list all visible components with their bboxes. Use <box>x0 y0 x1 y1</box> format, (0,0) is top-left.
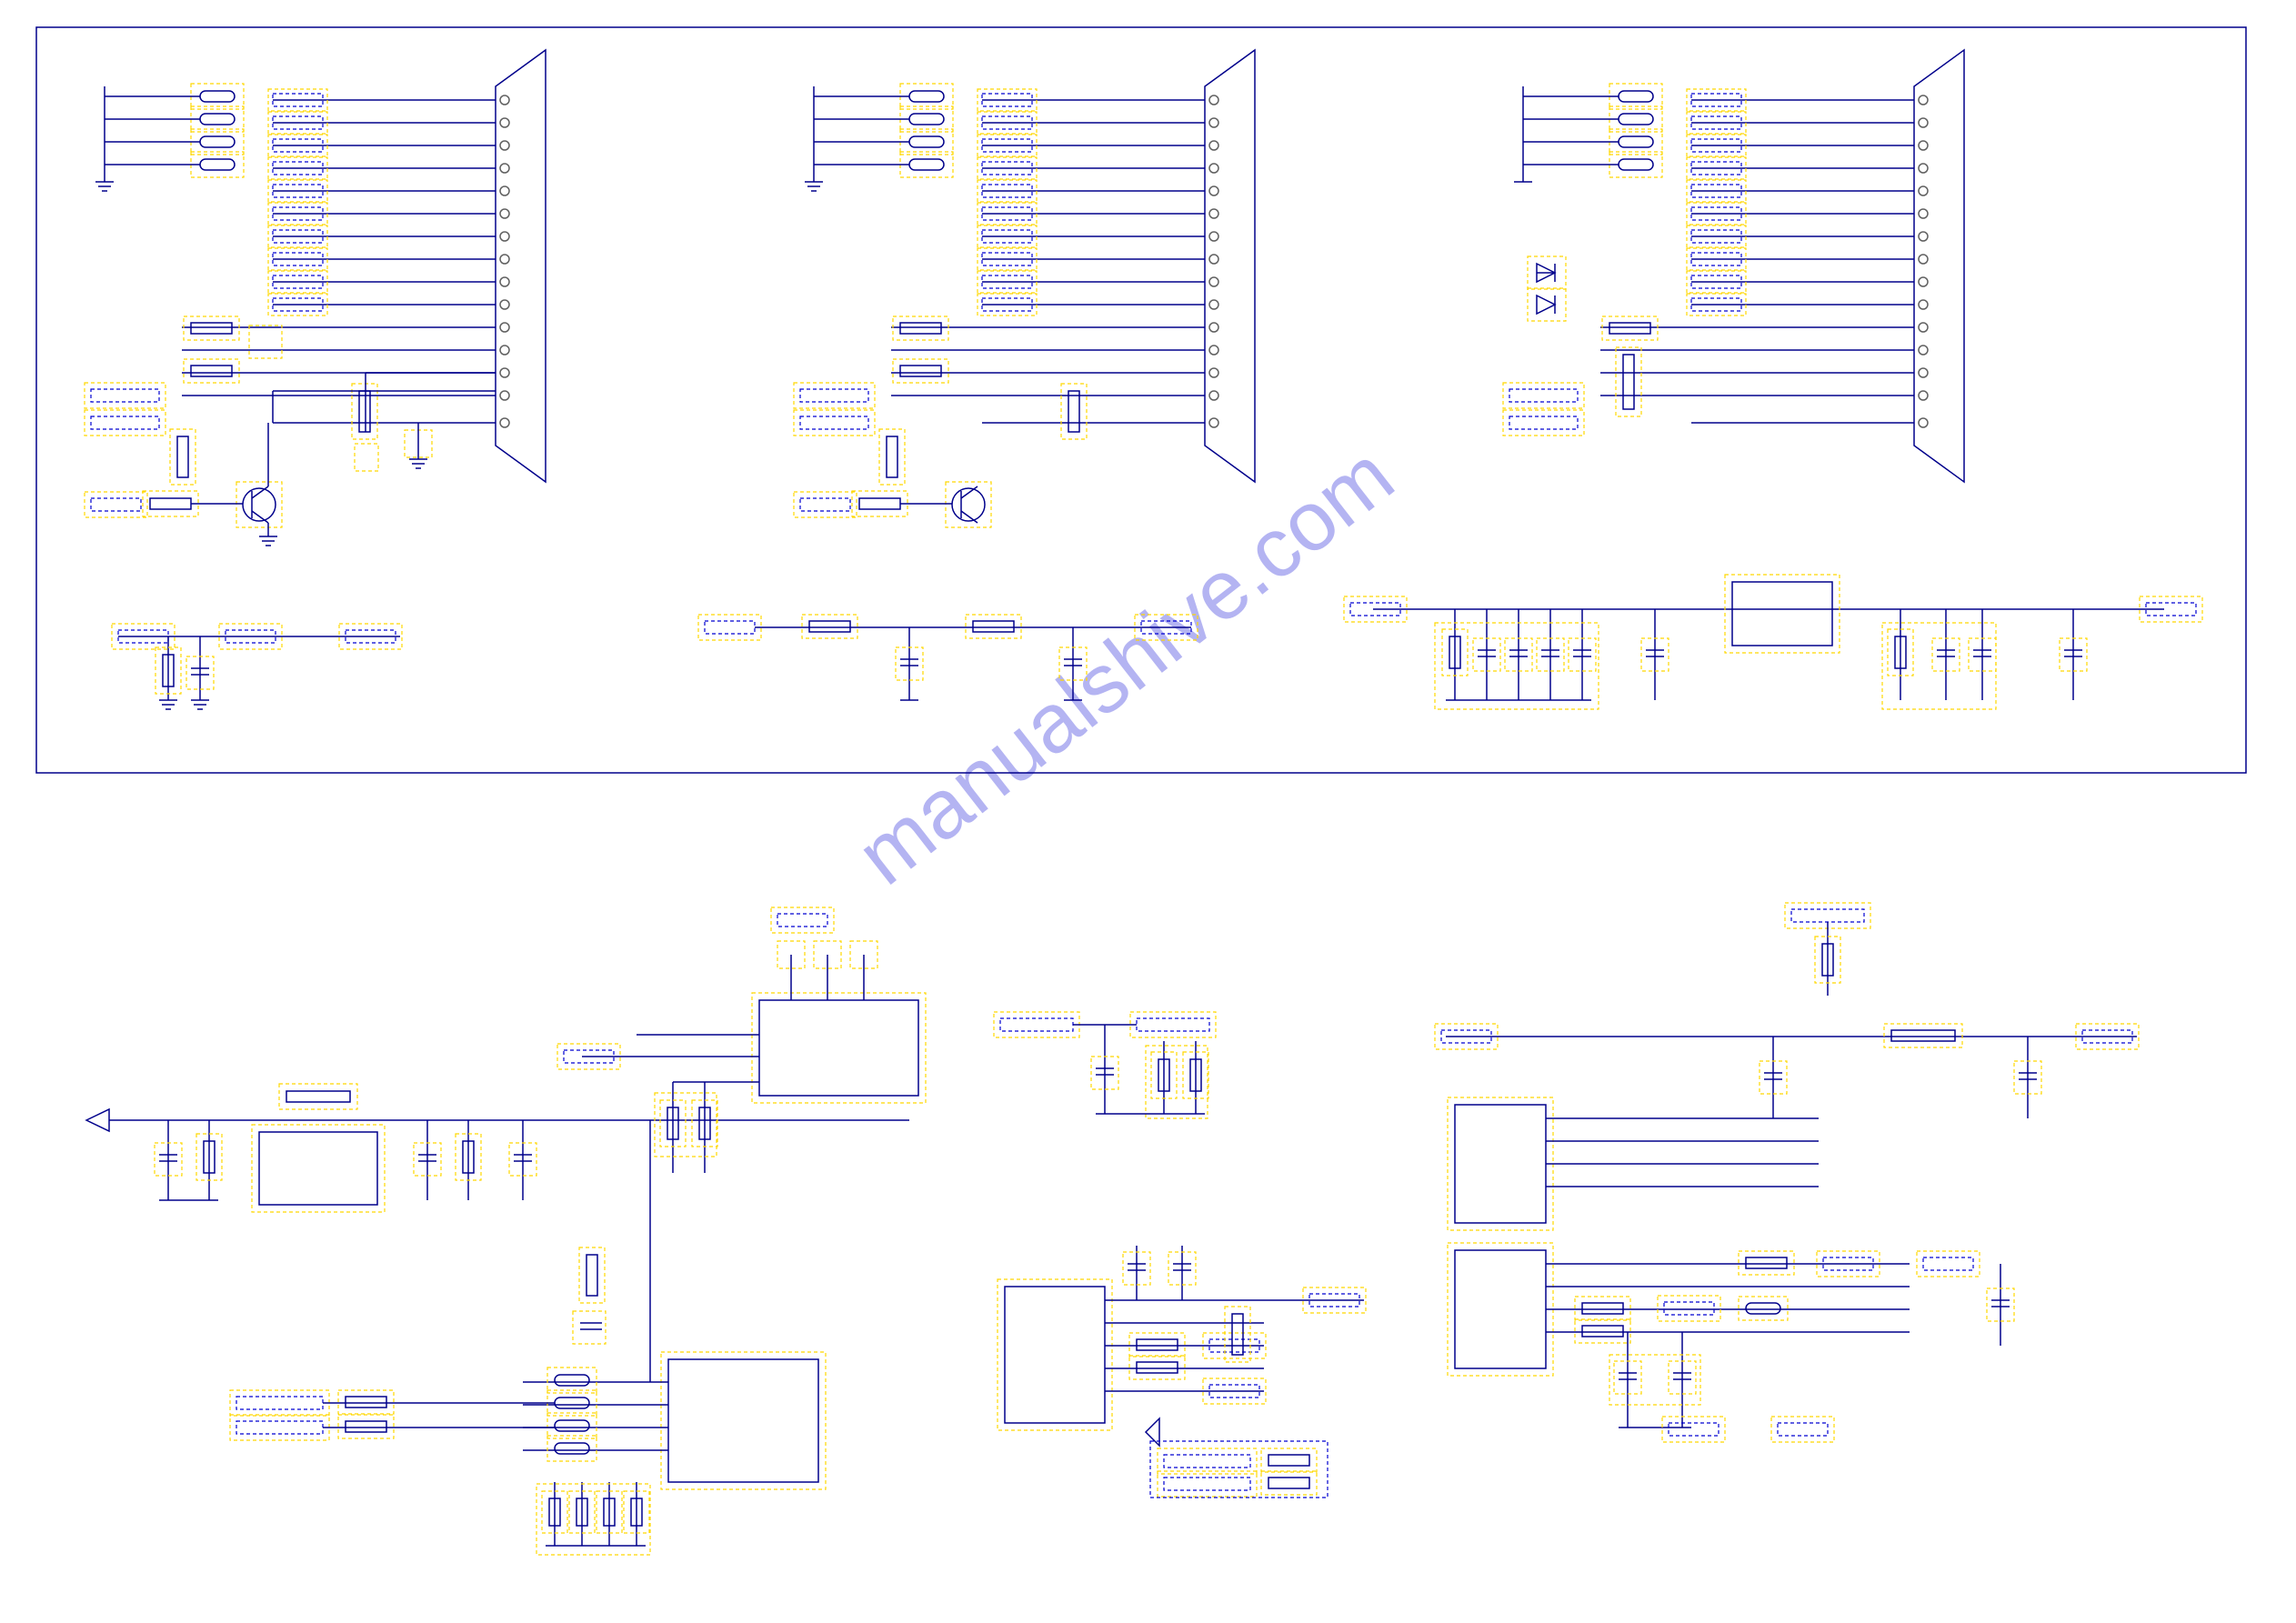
bottom-connector-b[interactable] <box>1005 1287 1105 1423</box>
bottom-mid-block <box>994 1012 1366 1498</box>
bottom-right-block <box>1435 903 2139 1442</box>
schematic-page: manualshive.com <box>0 0 2296 1623</box>
top-left-connector-block <box>85 50 546 709</box>
top-mid-connector-block <box>698 50 1255 700</box>
bottom-connector-c[interactable] <box>1455 1105 1546 1223</box>
connector[interactable] <box>1205 50 1255 482</box>
connector[interactable] <box>1914 50 1964 482</box>
top-right-connector-block <box>1344 50 2202 709</box>
schematic-canvas <box>0 0 2296 1623</box>
connector[interactable] <box>496 50 546 482</box>
bottom-connector-a[interactable] <box>668 1359 818 1482</box>
regulator[interactable] <box>259 1132 377 1205</box>
pin-rows <box>182 95 509 427</box>
ic-top[interactable] <box>759 1000 918 1096</box>
regulator-ic[interactable] <box>1732 582 1832 646</box>
stage-tl <box>85 316 496 546</box>
bot-net-tl <box>112 624 402 709</box>
bottom-left-block <box>86 907 926 1555</box>
bottom-connector-d[interactable] <box>1455 1250 1546 1368</box>
ferrite-group-tl <box>95 84 244 191</box>
